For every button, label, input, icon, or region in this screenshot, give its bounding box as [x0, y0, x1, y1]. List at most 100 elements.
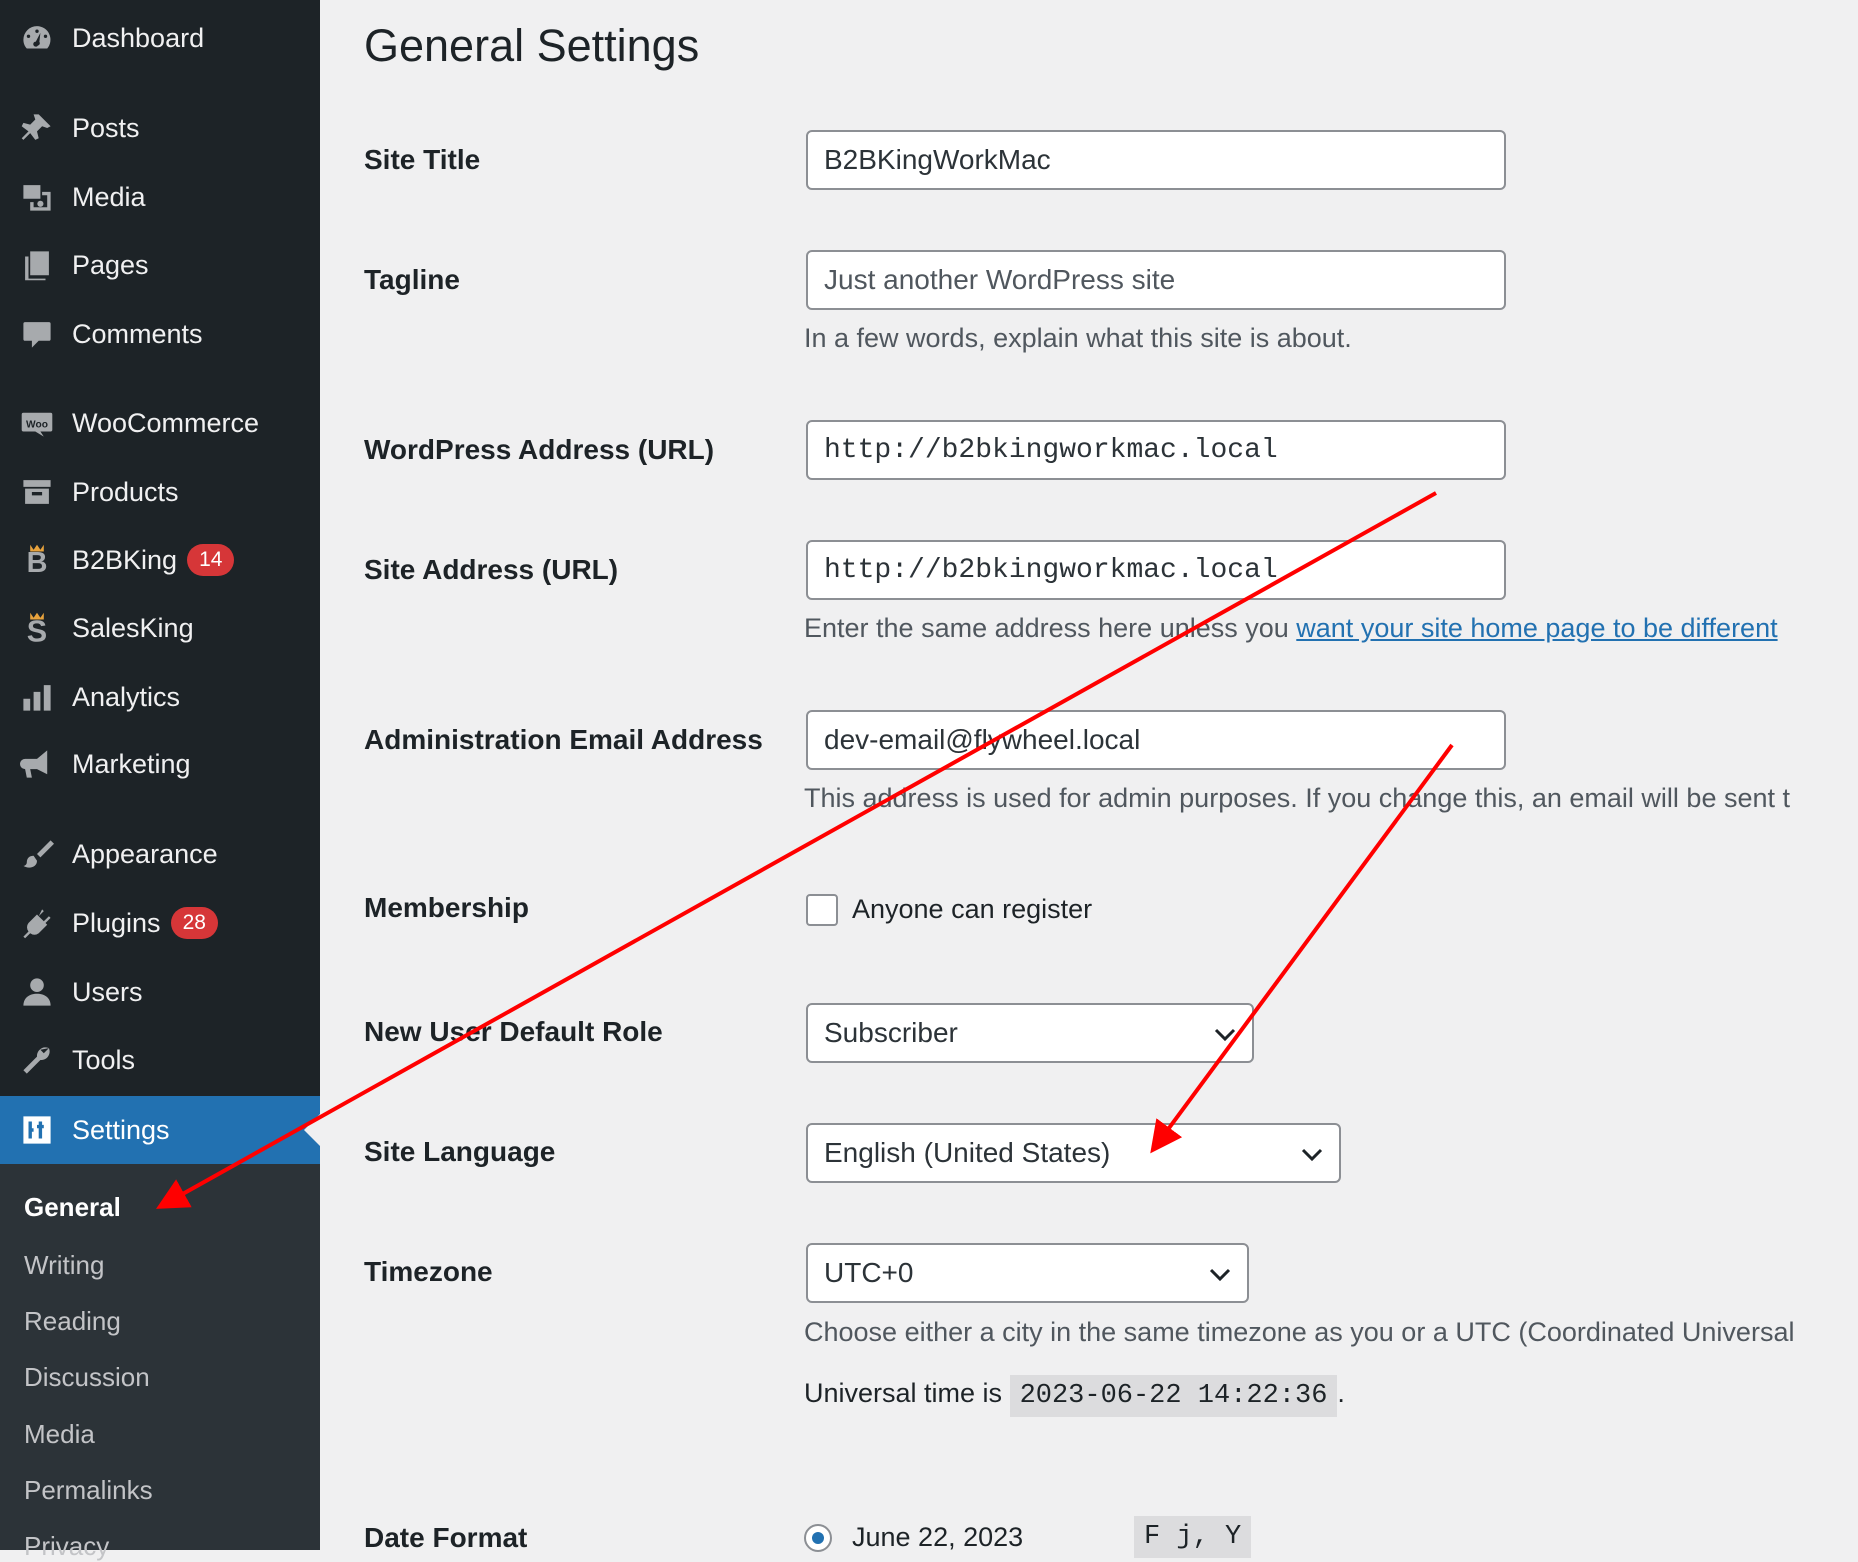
submenu-item-media[interactable]: Media [24, 1419, 95, 1450]
sidebar-item-label: Analytics [72, 681, 181, 712]
site-title-input[interactable]: B2BKingWorkMac [806, 130, 1506, 190]
sidebar-item-tools[interactable]: Tools [0, 1030, 320, 1090]
archive-icon [19, 474, 55, 510]
sidebar-item-label: Tools [72, 1044, 136, 1075]
admin-sidebar: Dashboard Posts Media Pages Comments Woo… [0, 0, 320, 1561]
universal-time-suffix: . [1337, 1378, 1345, 1408]
sidebar-item-label: Dashboard [72, 22, 205, 53]
sidebar-item-pages[interactable]: Pages [0, 235, 320, 295]
sidebar-item-settings[interactable]: Settings [0, 1096, 320, 1164]
wrench-icon [19, 1042, 55, 1078]
date-format-option-label[interactable]: June 22, 2023 [852, 1522, 1023, 1553]
site-address-description: Enter the same address here unless you w… [804, 613, 1778, 644]
submenu-item-discussion[interactable]: Discussion [24, 1362, 150, 1393]
pages-icon [19, 247, 55, 283]
sidebar-item-users[interactable]: Users [0, 962, 320, 1022]
settings-main: General Settings Site Title B2BKingWorkM… [320, 0, 1858, 1558]
site-address-label: Site Address (URL) [364, 554, 619, 585]
page-title: General Settings [364, 20, 700, 71]
admin-email-label: Administration Email Address [364, 724, 763, 755]
media-icon [19, 179, 55, 215]
user-icon [19, 974, 55, 1010]
sidebar-item-label: Users [72, 976, 143, 1007]
tagline-input[interactable]: Just another WordPress site [806, 250, 1506, 310]
sidebar-item-label: Pages [72, 249, 149, 280]
sidebar-item-label: Marketing [72, 748, 191, 779]
sidebar-item-label: Media [72, 181, 146, 212]
settings-sliders-icon [19, 1112, 55, 1148]
default-role-select[interactable]: Subscriber [806, 1003, 1254, 1063]
home-page-different-link[interactable]: want your site home page to be different [1296, 613, 1777, 643]
bar-chart-icon [19, 679, 55, 715]
chevron-down-icon [1209, 1257, 1231, 1289]
site-language-label: Site Language [364, 1136, 556, 1167]
sidebar-item-label: Plugins [72, 907, 161, 938]
tagline-label: Tagline [364, 264, 460, 295]
submenu-item-privacy[interactable]: Privacy [24, 1531, 109, 1562]
dashboard-icon [19, 20, 55, 56]
admin-email-description: This address is used for admin purposes.… [804, 783, 1791, 813]
date-format-radio[interactable] [804, 1524, 832, 1552]
sidebar-item-salesking[interactable]: S SalesKing [0, 598, 320, 658]
chevron-down-icon [1301, 1137, 1323, 1169]
sidebar-item-label: Posts [72, 112, 140, 143]
default-role-label: New User Default Role [364, 1016, 663, 1047]
submenu-item-general[interactable]: General [24, 1192, 121, 1223]
site-language-value: English (United States) [824, 1137, 1111, 1168]
sidebar-item-label: B2BKing [72, 544, 178, 575]
woo-icon: Woo [19, 405, 55, 441]
timezone-label: Timezone [364, 1256, 493, 1287]
submenu-item-reading[interactable]: Reading [24, 1306, 121, 1337]
svg-text:Woo: Woo [26, 419, 48, 430]
admin-email-input[interactable]: dev-email@flywheel.local [806, 710, 1506, 770]
salesking-icon: S [19, 610, 55, 646]
universal-time-value: 2023-06-22 14:22:36 [1009, 1375, 1338, 1417]
sidebar-item-plugins[interactable]: Plugins 28 [0, 893, 320, 953]
default-role-value: Subscriber [824, 1017, 958, 1048]
b2bking-icon: B [19, 542, 55, 578]
site-address-input[interactable]: http://b2bkingworkmac.local [806, 540, 1506, 600]
brush-icon [19, 836, 55, 872]
sidebar-item-label: Comments [72, 318, 203, 349]
sidebar-item-posts[interactable]: Posts [0, 98, 320, 158]
update-count-badge: 28 [170, 907, 218, 939]
sidebar-item-products[interactable]: Products [0, 462, 320, 522]
megaphone-icon [19, 746, 55, 782]
pin-icon [19, 110, 55, 146]
sidebar-item-media[interactable]: Media [0, 167, 320, 227]
sidebar-item-marketing[interactable]: Marketing [0, 734, 320, 794]
wp-address-input[interactable]: http://b2bkingworkmac.local [806, 420, 1506, 480]
timezone-value: UTC+0 [824, 1257, 914, 1288]
site-address-description-text: Enter the same address here unless you [804, 613, 1297, 643]
current-menu-pointer [304, 1114, 320, 1146]
sidebar-item-woocommerce[interactable]: Woo WooCommerce [0, 393, 320, 453]
chevron-down-icon [1214, 1017, 1236, 1049]
sidebar-item-label: SalesKing [72, 612, 194, 643]
timezone-select[interactable]: UTC+0 [806, 1243, 1249, 1303]
submenu-item-permalinks[interactable]: Permalinks [24, 1475, 153, 1506]
sidebar-item-appearance[interactable]: Appearance [0, 824, 320, 884]
universal-time-row: Universal time is 2023-06-22 14:22:36. [804, 1375, 1345, 1417]
wp-address-label: WordPress Address (URL) [364, 434, 715, 465]
membership-label: Membership [364, 892, 529, 923]
sidebar-item-comments[interactable]: Comments [0, 304, 320, 364]
sidebar-item-dashboard[interactable]: Dashboard [0, 8, 320, 68]
sidebar-item-label: Products [72, 476, 179, 507]
submenu-item-writing[interactable]: Writing [24, 1250, 104, 1281]
settings-submenu: General Writing Reading Discussion Media… [0, 1164, 320, 1561]
site-language-select[interactable]: English (United States) [806, 1123, 1341, 1183]
sidebar-item-b2bking[interactable]: B B2BKing 14 [0, 530, 320, 590]
update-count-badge: 14 [187, 544, 235, 576]
sidebar-item-analytics[interactable]: Analytics [0, 667, 320, 727]
universal-time-prefix: Universal time is [804, 1378, 1003, 1408]
anyone-can-register-checkbox[interactable] [806, 894, 838, 926]
sidebar-item-label: Settings [72, 1114, 170, 1145]
date-format-code: F j, Y [1134, 1516, 1252, 1558]
sidebar-item-label: WooCommerce [72, 407, 260, 438]
tagline-description: In a few words, explain what this site i… [804, 323, 1352, 353]
timezone-description: Choose either a city in the same timezon… [804, 1317, 1795, 1347]
anyone-can-register-label[interactable]: Anyone can register [852, 894, 1092, 925]
comment-icon [19, 316, 55, 352]
sidebar-item-label: Appearance [72, 838, 218, 869]
plug-icon [19, 905, 55, 941]
